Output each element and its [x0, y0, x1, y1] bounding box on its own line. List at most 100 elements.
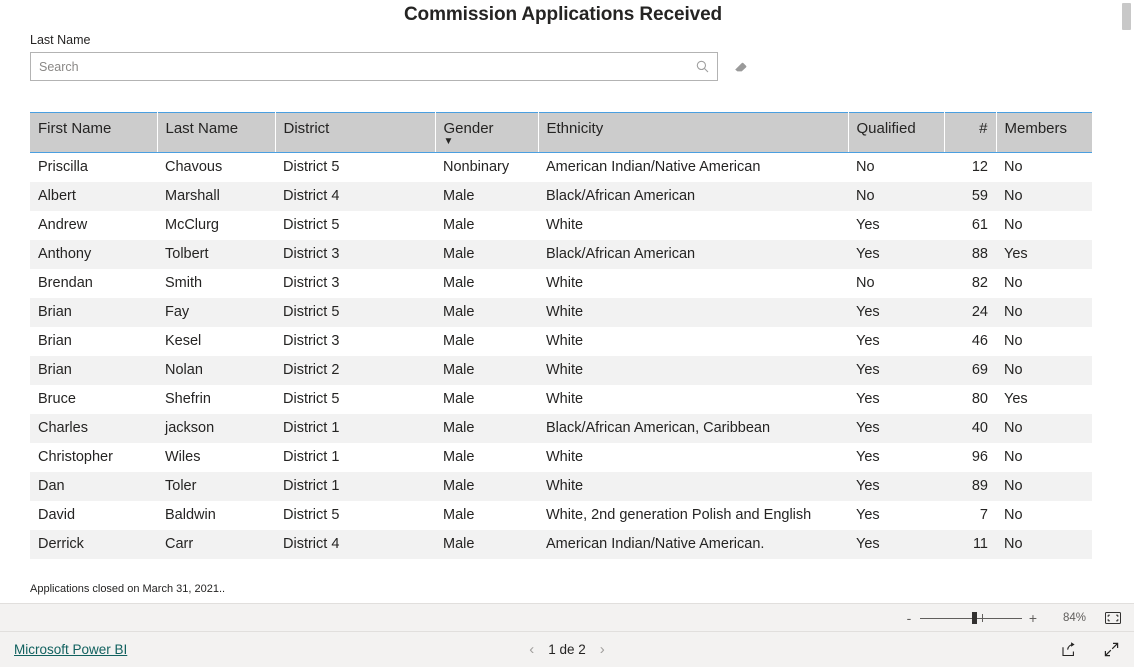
- zoom-in-button[interactable]: +: [1026, 611, 1040, 625]
- footnote-text: Applications closed on March 31, 2021..: [30, 583, 226, 595]
- column-header-first_name[interactable]: First Name: [30, 112, 158, 153]
- table-row[interactable]: Brian Kesel District 3 Male White Yes 46 No: [30, 327, 1092, 356]
- cell-last_name: Marshall: [157, 182, 275, 211]
- table-row[interactable]: Priscilla Chavous District 5 Nonbinary Ameri…: [30, 152, 1092, 182]
- page-title: Commission Applications Received: [403, 4, 723, 25]
- cell-number: 7: [944, 501, 996, 530]
- cell-qualified: Yes: [848, 414, 944, 443]
- cell-ethnicity: White: [538, 443, 848, 472]
- column-header-gender[interactable]: Gender ▼: [435, 112, 539, 153]
- share-icon[interactable]: [1060, 641, 1078, 659]
- column-header-members[interactable]: Members: [996, 112, 1092, 153]
- search-input[interactable]: [31, 53, 718, 80]
- fullscreen-icon[interactable]: [1102, 641, 1120, 659]
- cell-number: 11: [944, 530, 996, 559]
- cell-ethnicity: Black/African American, Caribbean: [538, 414, 848, 443]
- column-header-label: Ethnicity: [546, 120, 604, 137]
- column-header-qualified[interactable]: Qualified: [848, 112, 945, 153]
- cell-last_name: McClurg: [157, 211, 275, 240]
- power-bi-report-page: Commission Applications Received Last Na…: [0, 0, 1134, 667]
- column-header-label: First Name: [38, 120, 112, 137]
- table-row[interactable]: Andrew McClurg District 5 Male White Yes 61 No: [30, 211, 1092, 240]
- previous-page-button[interactable]: ‹: [529, 641, 534, 658]
- cell-first_name: Dan: [30, 472, 157, 501]
- cell-gender: Male: [435, 182, 538, 211]
- zoom-toolbar: - + 84%: [0, 603, 1134, 631]
- cell-qualified: No: [848, 269, 944, 298]
- search-box[interactable]: [30, 52, 719, 81]
- cell-gender: Male: [435, 443, 538, 472]
- cell-last_name: Baldwin: [157, 501, 275, 530]
- cell-number: 88: [944, 240, 996, 269]
- table-row[interactable]: Brian Fay District 5 Male White Yes 24 No: [30, 298, 1092, 327]
- cell-first_name: Anthony: [30, 240, 157, 269]
- cell-number: 61: [944, 211, 996, 240]
- table-row[interactable]: Christopher Wiles District 1 Male White Yes 96…: [30, 443, 1092, 472]
- page-scrollbar-thumb[interactable]: [1122, 3, 1131, 30]
- power-bi-brand-link[interactable]: Microsoft Power BI: [14, 642, 127, 657]
- table-row[interactable]: Brendan Smith District 3 Male White No 82 No: [30, 269, 1092, 298]
- zoom-out-button[interactable]: -: [902, 611, 916, 625]
- cell-first_name: Priscilla: [30, 152, 157, 182]
- next-page-button[interactable]: ›: [600, 641, 605, 658]
- cell-number: 40: [944, 414, 996, 443]
- cell-members: No: [996, 182, 1092, 211]
- page-scrollbar-track[interactable]: [1120, 0, 1131, 603]
- eraser-icon[interactable]: [732, 58, 750, 76]
- column-header-label: #: [979, 120, 988, 137]
- table-header: First Name Last Name District Gender ▼ Ethnic…: [30, 112, 1092, 153]
- cell-number: 82: [944, 269, 996, 298]
- cell-gender: Male: [435, 269, 538, 298]
- zoom-percent-label: 84%: [1062, 611, 1086, 624]
- cell-last_name: Shefrin: [157, 385, 275, 414]
- table-row[interactable]: Dan Toler District 1 Male White Yes 89 No: [30, 472, 1092, 501]
- report-canvas: Commission Applications Received Last Na…: [0, 0, 1134, 603]
- cell-ethnicity: White: [538, 211, 848, 240]
- cell-gender: Male: [435, 211, 538, 240]
- table-row[interactable]: Derrick Carr District 4 Male American Indian…: [30, 530, 1092, 559]
- cell-district: District 4: [275, 530, 435, 559]
- cell-qualified: No: [848, 182, 944, 211]
- report-footer: Microsoft Power BI ‹ 1 de 2 ›: [0, 631, 1134, 667]
- table-row[interactable]: Bruce Shefrin District 5 Male White Yes 80 Yes: [30, 385, 1092, 414]
- cell-district: District 3: [275, 269, 435, 298]
- cell-first_name: Derrick: [30, 530, 157, 559]
- cell-last_name: Carr: [157, 530, 275, 559]
- column-header-number[interactable]: #: [944, 112, 997, 153]
- cell-first_name: Brian: [30, 327, 157, 356]
- table-row[interactable]: Charles jackson District 1 Male Black/Africa…: [30, 414, 1092, 443]
- cell-gender: Male: [435, 327, 538, 356]
- zoom-slider-tick: [982, 613, 983, 622]
- column-header-ethnicity[interactable]: Ethnicity: [538, 112, 849, 153]
- cell-first_name: Charles: [30, 414, 157, 443]
- zoom-slider-thumb[interactable]: [972, 611, 977, 624]
- applications-table[interactable]: First Name Last Name District Gender ▼ Ethnic…: [30, 112, 1092, 580]
- cell-qualified: Yes: [848, 530, 944, 559]
- column-header-label: Members: [1004, 120, 1068, 137]
- column-header-last_name[interactable]: Last Name: [157, 112, 276, 153]
- table-row[interactable]: Brian Nolan District 2 Male White Yes 69 No: [30, 356, 1092, 385]
- table-row[interactable]: David Baldwin District 5 Male White, 2nd gen…: [30, 501, 1092, 530]
- cell-qualified: Yes: [848, 443, 944, 472]
- cell-ethnicity: White: [538, 298, 848, 327]
- cell-ethnicity: White: [538, 472, 848, 501]
- cell-district: District 5: [275, 385, 435, 414]
- zoom-slider[interactable]: [920, 611, 1022, 625]
- search-icon[interactable]: [695, 60, 709, 74]
- page-navigator: ‹ 1 de 2 ›: [529, 641, 605, 658]
- cell-district: District 1: [275, 472, 435, 501]
- cell-qualified: No: [848, 152, 944, 182]
- column-header-label: Qualified: [856, 120, 916, 137]
- table-scrollbar-track[interactable]: [1093, 112, 1102, 580]
- column-header-district[interactable]: District: [275, 112, 436, 153]
- cell-members: No: [996, 472, 1092, 501]
- fit-to-page-icon[interactable]: [1104, 611, 1122, 625]
- table-grid: First Name Last Name District Gender ▼ Ethnic…: [30, 112, 1092, 559]
- cell-members: No: [996, 501, 1092, 530]
- footer-actions: [1060, 641, 1120, 659]
- table-row[interactable]: Albert Marshall District 4 Male Black/Africa…: [30, 182, 1092, 211]
- cell-first_name: Brian: [30, 298, 157, 327]
- slicer-label: Last Name: [30, 33, 91, 47]
- cell-district: District 3: [275, 327, 435, 356]
- table-row[interactable]: Anthony Tolbert District 3 Male Black/Africa…: [30, 240, 1092, 269]
